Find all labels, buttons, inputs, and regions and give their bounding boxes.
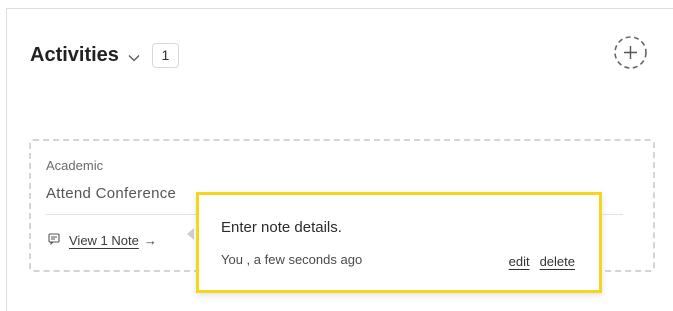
note-meta: You , a few seconds ago (221, 252, 363, 267)
note-text: Enter note details. (221, 219, 342, 236)
activity-category: Academic (46, 158, 104, 173)
note-actions: edit delete (509, 254, 575, 269)
activities-header: Activities 1 (30, 40, 179, 70)
plus-circle-icon (614, 36, 647, 69)
delete-note-button[interactable]: delete (540, 254, 575, 269)
view-notes-label[interactable]: View 1 Note (69, 233, 139, 248)
add-activity-button[interactable] (613, 35, 648, 70)
arrow-right-icon: → (143, 233, 157, 248)
popover-caret (187, 228, 194, 240)
note-icon (48, 233, 60, 248)
page-title: Activities (30, 43, 119, 66)
activity-title: Attend Conference (46, 185, 177, 202)
note-popover: Enter note details. You , a few seconds … (196, 192, 602, 293)
activities-count-badge: 1 (151, 42, 179, 68)
edit-note-button[interactable]: edit (509, 254, 530, 269)
view-notes-link[interactable]: View 1 Note → (48, 233, 157, 248)
chevron-down-icon[interactable] (128, 49, 140, 67)
